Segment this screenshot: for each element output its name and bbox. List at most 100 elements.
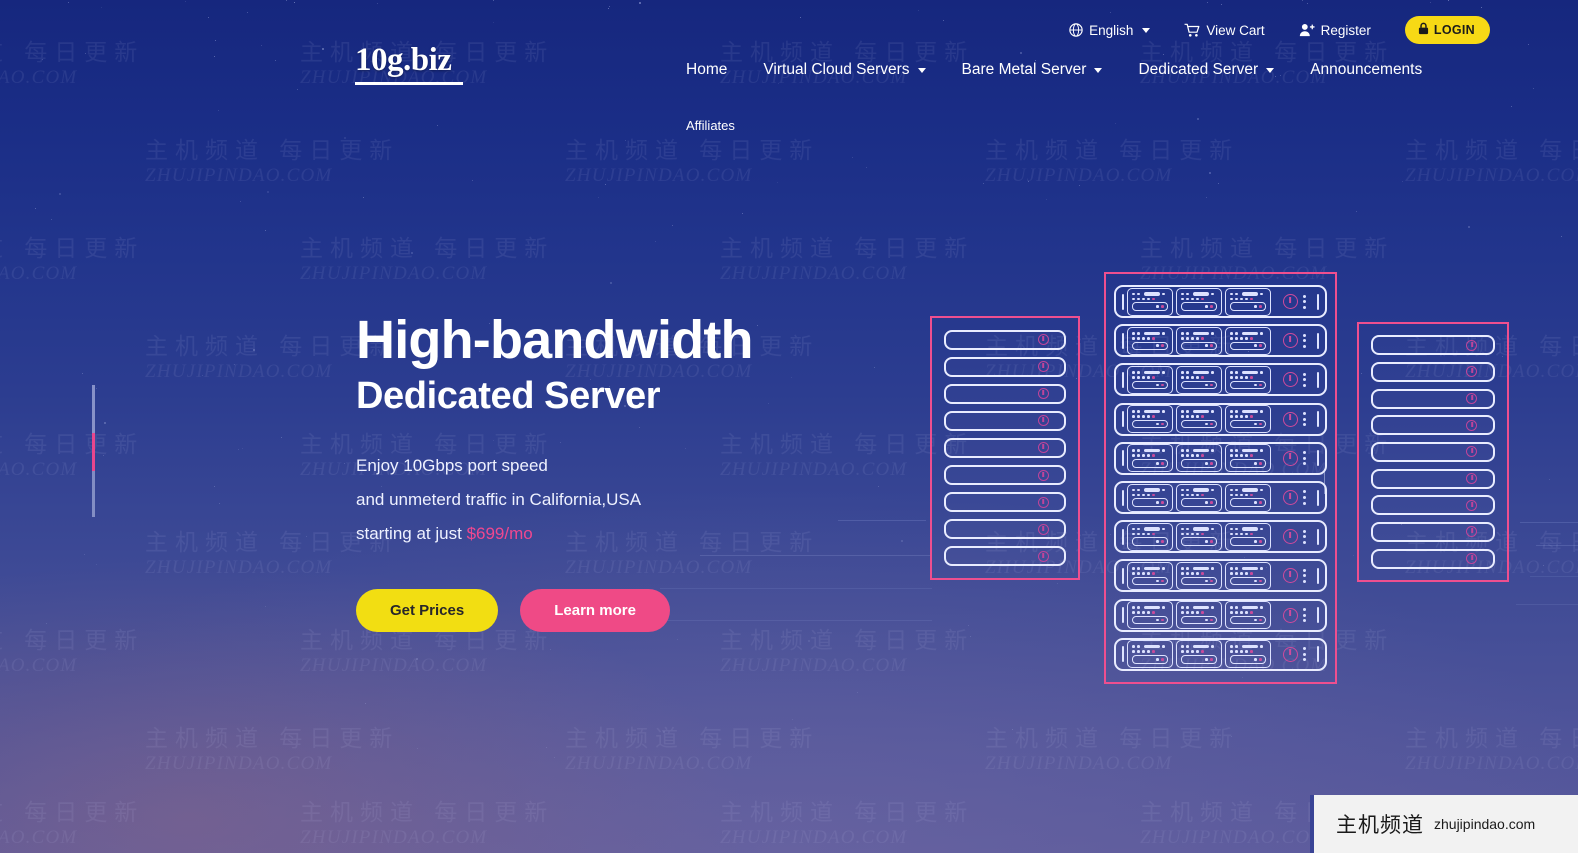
led-dot: [1190, 454, 1194, 458]
led-dot: [1151, 572, 1155, 575]
watermark-cn: 主机频道 每日更新: [985, 138, 1240, 164]
nav-item-home[interactable]: Home: [668, 56, 745, 84]
led-dot: [1151, 336, 1155, 340]
site-logo[interactable]: 10g.biz: [355, 44, 463, 85]
led-row: [1181, 292, 1217, 296]
star: [201, 374, 203, 376]
star: [671, 225, 673, 227]
led-dot: [1181, 415, 1184, 418]
server-unit: [1371, 335, 1495, 356]
drive-slot: [1181, 537, 1217, 546]
led-row: [1181, 415, 1217, 418]
hero-title-line1: High-bandwidth: [356, 310, 754, 370]
power-icon: [1037, 523, 1049, 535]
star: [851, 156, 853, 158]
nav-item-virtual-cloud-servers[interactable]: Virtual Cloud Servers: [745, 56, 943, 84]
view-cart-link[interactable]: View Cart: [1184, 23, 1265, 38]
led-dot: [1132, 449, 1135, 453]
watermark-cn: 主机频道 每日更新: [300, 800, 555, 826]
power-icon: [1282, 372, 1298, 388]
star: [297, 89, 299, 91]
slot-dot: [1156, 501, 1160, 504]
led-dot: [1132, 572, 1135, 575]
led-dot: [1181, 493, 1184, 497]
power-module: [1274, 490, 1314, 506]
watermark-cn: 主机频道 每日更新: [145, 726, 400, 752]
slot-dot: [1161, 501, 1164, 504]
rail-handle: [1317, 371, 1319, 388]
slot-dot: [1161, 540, 1164, 543]
server-blade: [1127, 326, 1173, 355]
led-dot: [1181, 331, 1184, 335]
nav-item-dedicated-server[interactable]: Dedicated Server: [1120, 56, 1292, 84]
led-dot: [1181, 292, 1184, 296]
star: [213, 485, 215, 487]
led-row: [1181, 572, 1217, 575]
led-dot: [1185, 336, 1189, 340]
led-dot: [1244, 493, 1248, 497]
led-dot: [1239, 493, 1243, 497]
led-row: [1230, 336, 1266, 340]
status-led: [1302, 423, 1306, 427]
led-dot: [1230, 336, 1233, 340]
led-dot: [1185, 376, 1189, 379]
accent-bars: [92, 385, 95, 517]
shopping-cart-icon: [1184, 23, 1200, 37]
star: [792, 719, 794, 721]
server-blade: [1176, 405, 1222, 434]
label-strip: [1192, 370, 1209, 375]
led-row: [1181, 297, 1217, 301]
nav-item-announcements[interactable]: Announcements: [1292, 56, 1440, 84]
led-dot: [1146, 415, 1150, 418]
slot-dot: [1259, 344, 1262, 348]
watermark-text: 主机频道 每日更新ZHUJIPINDAO.COM: [300, 236, 554, 286]
status-led: [1302, 462, 1306, 466]
led-dot: [1239, 454, 1243, 458]
label-strip: [1192, 488, 1209, 492]
star: [102, 455, 104, 457]
led-dot: [1136, 645, 1140, 649]
led-row: [1132, 454, 1168, 458]
led-dot: [1151, 297, 1155, 301]
login-button[interactable]: LOGIN: [1404, 16, 1490, 44]
hero-title-line2: Dedicated Server: [356, 375, 661, 418]
get-prices-button[interactable]: Get Prices: [356, 588, 499, 632]
label-strip: [1241, 292, 1258, 296]
led-row: [1230, 454, 1266, 458]
led-dot: [1185, 567, 1189, 570]
led-row: [1230, 645, 1266, 649]
learn-more-button[interactable]: Learn more: [520, 588, 670, 632]
led-dot: [1185, 493, 1189, 497]
watermark-text: 主机频道 每日更新ZHUJIPINDAO.COM: [720, 236, 974, 286]
rail-handle: [1122, 489, 1124, 506]
led-dot: [1239, 297, 1243, 301]
led-dot: [1234, 532, 1238, 536]
led-row: [1230, 370, 1266, 375]
watermark-en: ZHUJIPINDAO.COM: [0, 655, 78, 677]
server-unit: [944, 383, 1066, 404]
led-dot: [1230, 376, 1233, 379]
power-icon: [1282, 450, 1298, 466]
led-dot: [1195, 572, 1199, 575]
status-led: [1302, 378, 1306, 382]
language-selector[interactable]: English: [1069, 23, 1151, 38]
led-dot: [1141, 611, 1145, 614]
led-dot: [1195, 493, 1199, 497]
slot-dot: [1254, 501, 1258, 504]
led-dot: [1185, 645, 1189, 649]
label-strip: [1241, 566, 1258, 571]
status-led: [1302, 647, 1306, 651]
status-leds: [1302, 294, 1306, 309]
nav-item-bare-metal-server[interactable]: Bare Metal Server: [944, 56, 1121, 84]
power-icon: [1466, 366, 1478, 378]
led-row: [1132, 527, 1168, 531]
label-strip: [1241, 605, 1258, 610]
nav-item-affiliates[interactable]: Affiliates: [668, 112, 753, 140]
server-blade: [1176, 483, 1222, 512]
led-dot: [1136, 606, 1140, 609]
led-dot: [1136, 567, 1140, 570]
led-row: [1230, 415, 1266, 418]
register-link[interactable]: Register: [1299, 23, 1371, 38]
slot-dot: [1254, 344, 1258, 348]
led-dot: [1185, 297, 1189, 301]
